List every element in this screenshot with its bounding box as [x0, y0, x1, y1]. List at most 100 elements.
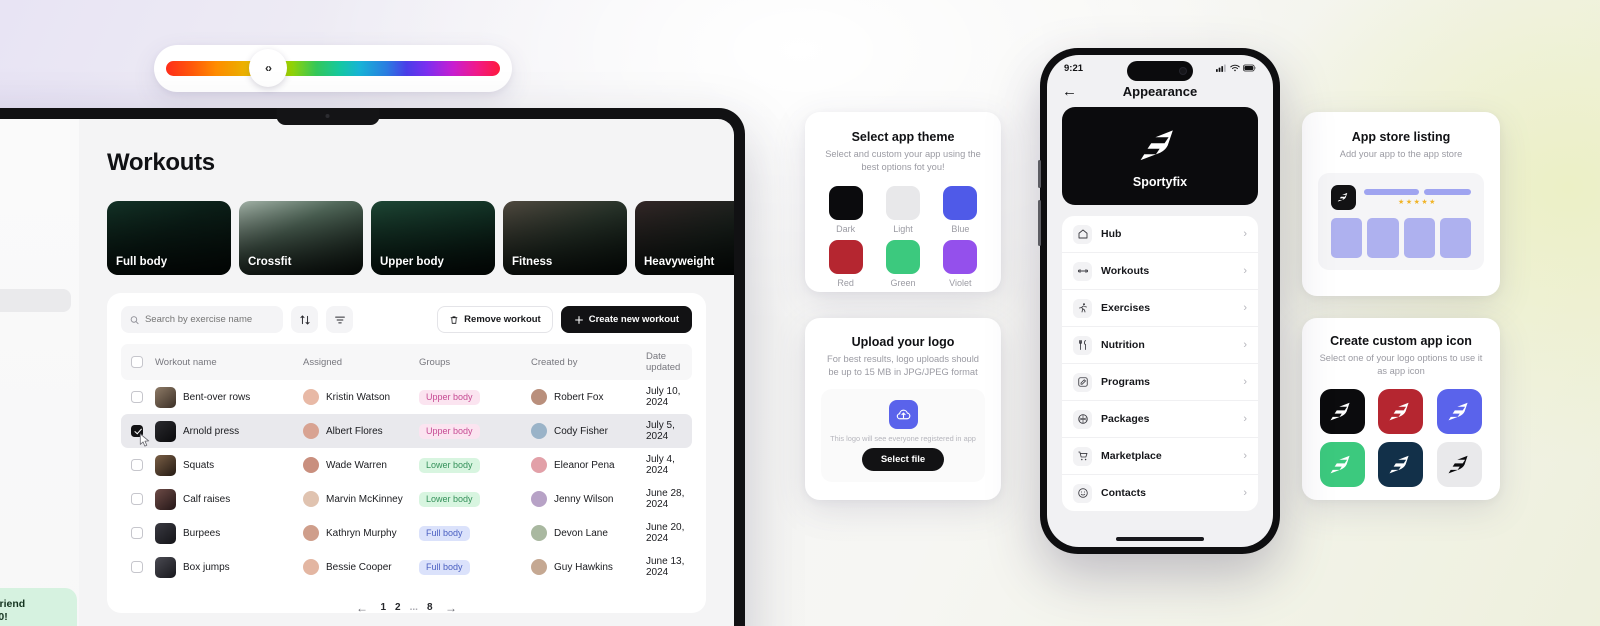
chevron-right-icon: › — [1243, 376, 1247, 388]
table-row[interactable]: Box jumps Bessie Cooper Full body Guy Hawki… — [121, 550, 692, 584]
select-file-button[interactable]: Select file — [861, 448, 945, 472]
assigned-name: Kathryn Murphy — [326, 527, 397, 539]
table-row[interactable]: Bent-over rows Kristin Watson Upper body Ro… — [121, 380, 692, 414]
app-icon-option-2[interactable] — [1378, 389, 1424, 435]
phone-menu-item-programs[interactable]: Programs › — [1062, 364, 1258, 401]
created-by-name: Eleanor Pena — [554, 459, 615, 471]
sportyfix-logo-icon — [1389, 402, 1409, 420]
table-row[interactable]: Squats Wade Warren Lower body Eleanor Pena J… — [121, 448, 692, 482]
theme-option-red[interactable]: Red — [823, 240, 868, 288]
sort-button[interactable] — [291, 306, 318, 333]
cell-group: Full body — [415, 516, 527, 550]
cell-created-by: Guy Hawkins — [527, 550, 642, 584]
remove-workout-button[interactable]: Remove workout — [437, 306, 553, 333]
row-checkbox[interactable] — [131, 561, 143, 573]
phone-menu-item-contacts[interactable]: Contacts › — [1062, 475, 1258, 511]
avatar — [303, 559, 319, 575]
pagination-prev[interactable]: ← — [352, 598, 371, 617]
row-checkbox[interactable] — [131, 493, 143, 505]
package-icon — [1073, 409, 1092, 429]
app-icon-option-6[interactable] — [1437, 442, 1483, 488]
sidebar-item-exercises[interactable]: Exercises — [0, 313, 71, 336]
group-badge: Upper body — [419, 389, 480, 405]
category-label: Full body — [116, 256, 168, 268]
sidebar-item-packages[interactable]: Packages — [0, 460, 71, 483]
create-new-workout-button[interactable]: Create new workout — [560, 306, 692, 333]
pagination-page-2[interactable]: 2 — [395, 602, 401, 613]
table-row[interactable]: Calf raises Marvin McKinney Lower body Jenn… — [121, 482, 692, 516]
app-icon-option-3[interactable] — [1437, 389, 1483, 435]
category-card-heavyweight[interactable]: Heavyweight — [635, 201, 734, 275]
sidebar-item-contacts[interactable]: Contacts — [0, 265, 71, 288]
store-preview-screenshot — [1331, 217, 1363, 258]
sidebar-item-nutrition[interactable]: Nutrition — [0, 337, 71, 360]
store-preview-line-1 — [1364, 188, 1420, 195]
theme-swatch-dark[interactable] — [828, 186, 863, 221]
app-icon-option-1[interactable] — [1319, 389, 1365, 435]
table-row[interactable]: Arnold press Albert Flores Upper body Cody … — [121, 414, 692, 448]
phone-menu-item-packages[interactable]: Packages › — [1062, 401, 1258, 438]
arrow-left-icon[interactable]: ← — [1062, 84, 1077, 99]
table-toolbar: Remove workout Create new workout — [121, 306, 692, 333]
row-checkbox[interactable] — [131, 459, 143, 471]
theme-option-violet[interactable]: Violet — [938, 240, 983, 288]
row-checkbox[interactable] — [131, 527, 143, 539]
theme-option-light[interactable]: Light — [880, 186, 925, 234]
app-main: Workouts Full body Crossfit Upper body Fitn… — [79, 119, 734, 626]
pagination-next[interactable]: → — [442, 598, 461, 617]
workout-thumbnail — [155, 386, 176, 408]
sidebar-item-chat[interactable]: Chat — [0, 409, 71, 432]
sidebar-item-programs[interactable]: Programs — [0, 385, 71, 408]
theme-option-green[interactable]: Green — [880, 240, 925, 288]
app-icon-option-4[interactable] — [1319, 442, 1365, 488]
sidebar-item-trainings[interactable]: Trainings — [0, 241, 71, 264]
create-custom-app-icon-card: Create custom app icon Select one of you… — [1302, 318, 1500, 500]
sidebar-item-habits[interactable]: Habits — [0, 361, 71, 384]
sidebar-item-resources[interactable]: Resources — [0, 484, 71, 507]
theme-swatch-light[interactable] — [885, 186, 920, 221]
phone-menu-item-marketplace[interactable]: Marketplace › — [1062, 438, 1258, 475]
sidebar-item-notifications[interactable]: Notifications — [0, 217, 71, 240]
sidebar-item-workouts[interactable]: Workouts — [0, 289, 71, 312]
workout-thumbnail — [155, 488, 176, 510]
theme-card-title: Select app theme — [851, 130, 955, 144]
table-row[interactable]: Burpees Kathryn Murphy Full body Devon Lane… — [121, 516, 692, 550]
sidebar-item-forms[interactable]: Forms — [0, 508, 71, 531]
color-slider-widget[interactable]: ‹› — [154, 45, 512, 92]
category-card-crossfit[interactable]: Crossfit — [239, 201, 363, 275]
category-card-upper-body[interactable]: Upper body — [371, 201, 495, 275]
color-gradient-track[interactable] — [166, 61, 500, 76]
theme-option-blue[interactable]: Blue — [938, 186, 983, 234]
phone-menu-item-hub[interactable]: Hub › — [1062, 216, 1258, 253]
theme-swatch-red[interactable] — [828, 240, 863, 275]
select-all-checkbox[interactable] — [131, 356, 143, 368]
phone-menu-label: Workouts — [1101, 265, 1150, 277]
pagination-page-last[interactable]: 8 — [427, 602, 433, 613]
filter-button[interactable] — [326, 306, 353, 333]
app-icon-option-5[interactable] — [1378, 442, 1424, 488]
phone-menu-item-workouts[interactable]: Workouts › — [1062, 253, 1258, 290]
sportyfix-logo-icon — [1330, 402, 1350, 420]
theme-swatch-blue[interactable] — [943, 186, 978, 221]
sidebar-item-home[interactable]: Home — [0, 193, 71, 216]
logo-dropzone[interactable]: This logo will see everyone registered i… — [821, 389, 985, 483]
sidebar-item-files[interactable]: Files — [0, 532, 71, 555]
phone-menu-item-exercises[interactable]: Exercises › — [1062, 290, 1258, 327]
chevron-right-icon: › — [1243, 265, 1247, 277]
phone-menu-item-nutrition[interactable]: Nutrition › — [1062, 327, 1258, 364]
row-checkbox[interactable] — [131, 391, 143, 403]
phone-menu-list: Hub › Workouts › Exercises › Nutrition › Program… — [1062, 216, 1258, 511]
theme-swatch-label: Light — [893, 224, 913, 235]
assigned-name: Kristin Watson — [326, 391, 391, 403]
sportyfix-logo-icon — [1389, 455, 1409, 473]
theme-option-dark[interactable]: Dark — [823, 186, 868, 234]
search-box[interactable] — [121, 306, 283, 333]
search-input[interactable] — [144, 314, 274, 325]
category-card-full-body[interactable]: Full body — [107, 201, 231, 275]
phone-menu-label: Packages — [1101, 413, 1150, 425]
color-slider-handle[interactable]: ‹› — [249, 49, 287, 87]
category-card-fitness[interactable]: Fitness — [503, 201, 627, 275]
theme-swatch-violet[interactable] — [943, 240, 978, 275]
pagination-page-1[interactable]: 1 — [380, 602, 386, 613]
theme-swatch-green[interactable] — [885, 240, 920, 275]
